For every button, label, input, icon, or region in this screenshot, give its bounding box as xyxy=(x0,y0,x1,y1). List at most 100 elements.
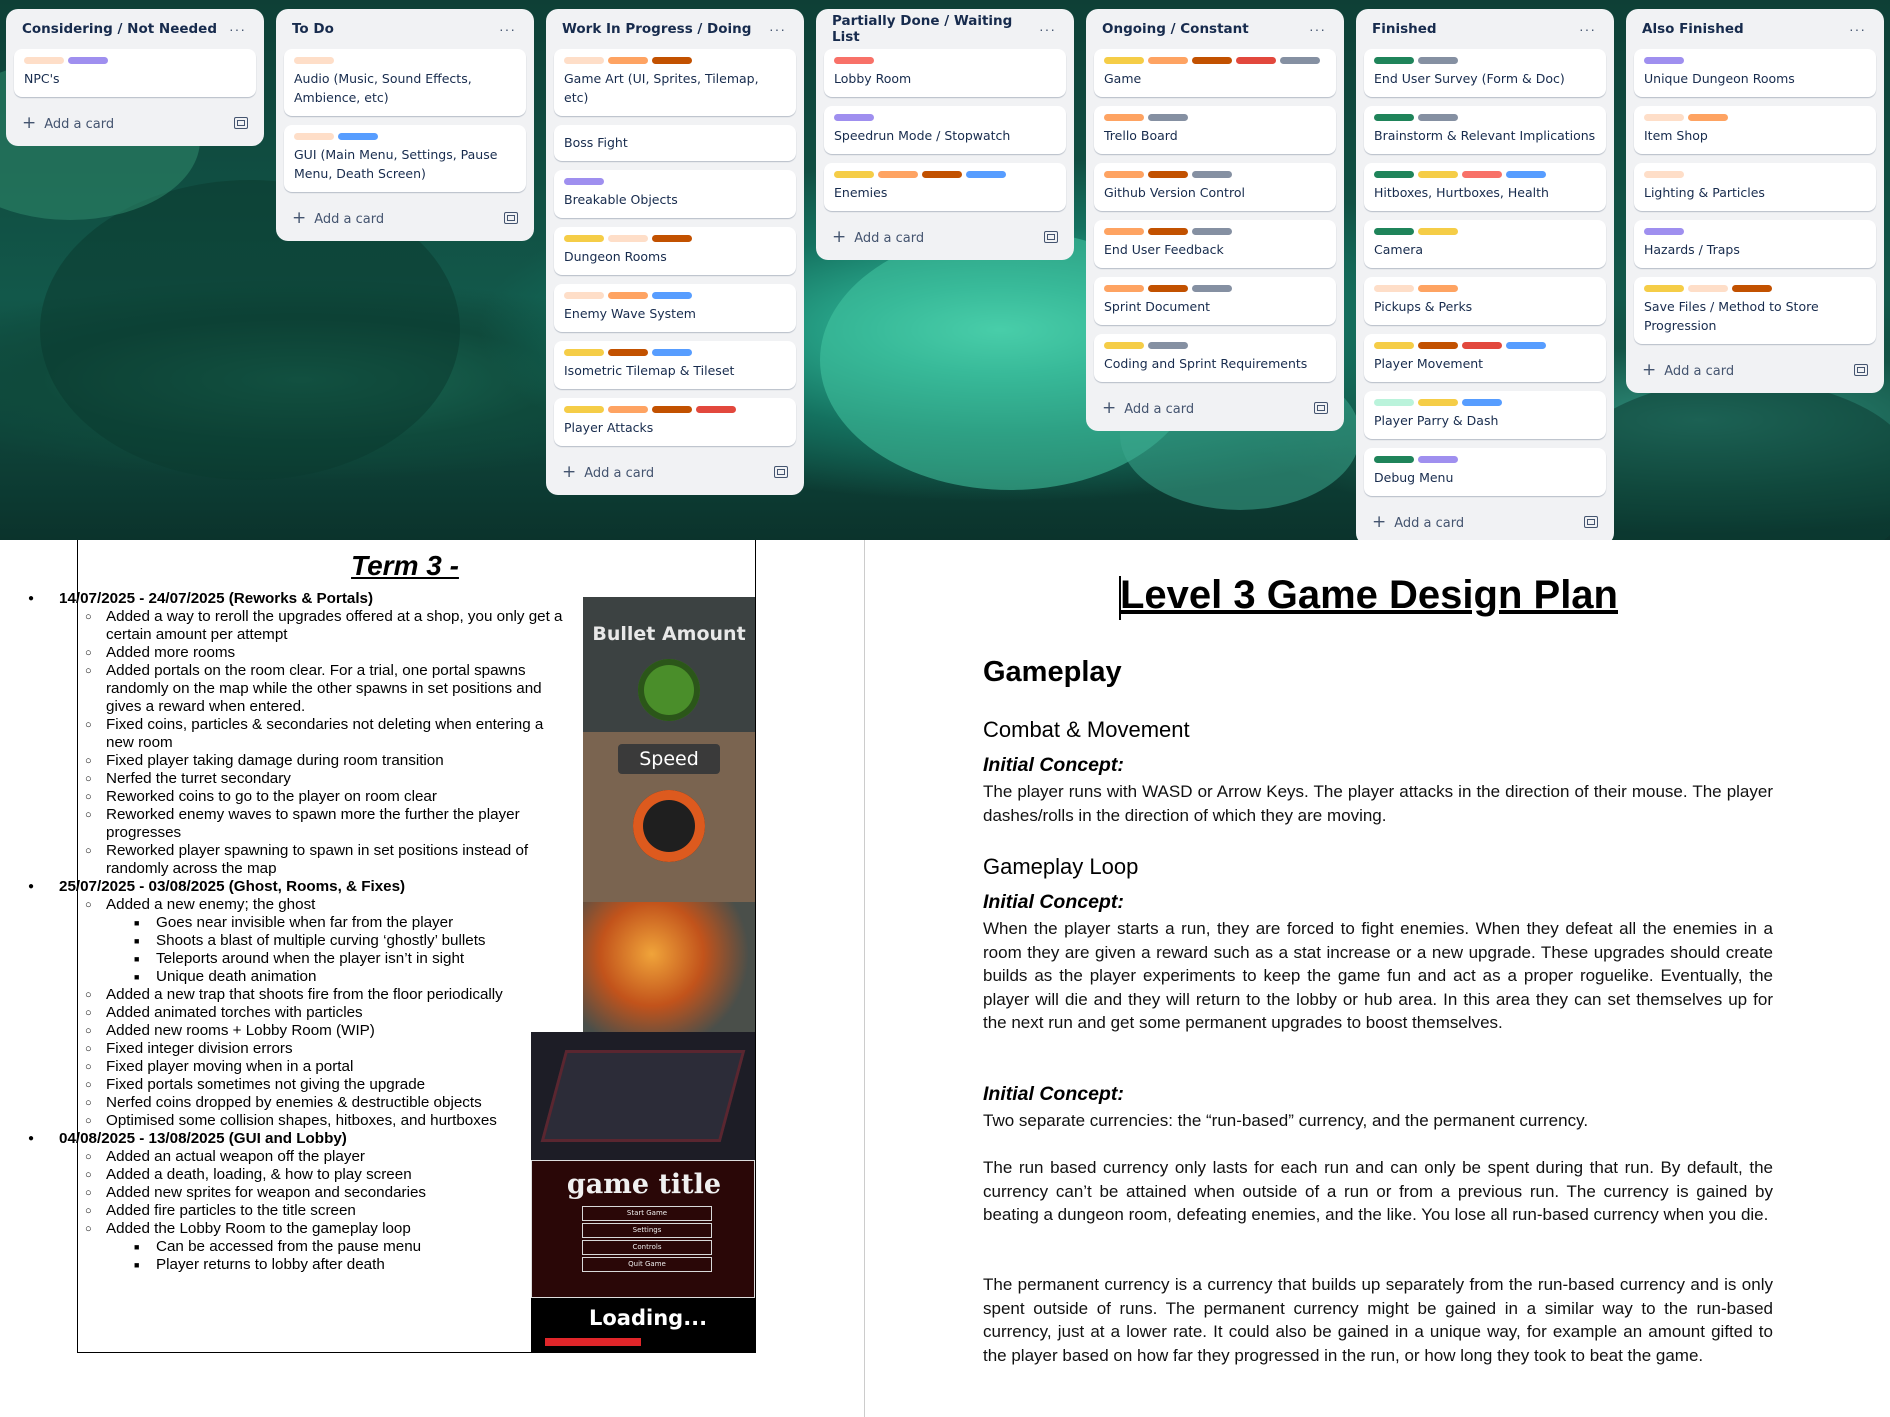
changelog-item: Added a way to reroll the upgrades offer… xyxy=(28,608,568,644)
add-card-button[interactable]: + Add a card xyxy=(14,106,256,140)
list-title[interactable]: Finished xyxy=(1372,21,1437,37)
card-title: Player Movement xyxy=(1374,356,1484,371)
add-card-button[interactable]: + Add a card xyxy=(1094,391,1336,425)
card[interactable]: Enemies xyxy=(824,163,1066,211)
list-1[interactable]: To Do ··· Audio (Music, Sound Effects, Amb… xyxy=(276,9,534,241)
add-card-label: Add a card xyxy=(1394,516,1465,531)
add-card-button[interactable]: + Add a card xyxy=(284,201,526,235)
speed-label: Speed xyxy=(618,744,720,774)
more-icon[interactable]: ··· xyxy=(499,21,516,37)
card[interactable]: Lighting & Particles xyxy=(1634,163,1876,211)
card[interactable]: Player Parry & Dash xyxy=(1364,391,1606,439)
card-labels xyxy=(1644,114,1866,121)
list-2[interactable]: Work In Progress / Doing ··· Game Art (UI,… xyxy=(546,9,804,495)
label-purple xyxy=(1644,228,1684,235)
card[interactable]: GUI (Main Menu, Settings, Pause Menu, De… xyxy=(284,125,526,192)
card-title: Hazards / Traps xyxy=(1644,242,1740,257)
card[interactable]: Pickups & Perks xyxy=(1364,277,1606,325)
label-peach xyxy=(1644,171,1684,178)
card[interactable]: Brainstorm & Relevant Implications xyxy=(1364,106,1606,154)
label-yellow xyxy=(1418,399,1458,406)
card[interactable]: Game xyxy=(1094,49,1336,97)
card[interactable]: Unique Dungeon Rooms xyxy=(1634,49,1876,97)
card-template-icon[interactable] xyxy=(504,212,518,224)
list-0[interactable]: Considering / Not Needed ··· NPC's + Add a c… xyxy=(6,9,264,146)
label-green xyxy=(1374,456,1414,463)
card[interactable]: Player Movement xyxy=(1364,334,1606,382)
card[interactable]: Breakable Objects xyxy=(554,170,796,218)
list-title[interactable]: Considering / Not Needed xyxy=(22,21,217,37)
card[interactable]: Hitboxes, Hurtboxes, Health xyxy=(1364,163,1606,211)
card[interactable]: Hazards / Traps xyxy=(1634,220,1876,268)
list-title[interactable]: Also Finished xyxy=(1642,21,1744,37)
card-labels xyxy=(1644,285,1866,292)
list-title[interactable]: To Do xyxy=(292,21,334,37)
card[interactable]: NPC's xyxy=(14,49,256,97)
label-peach xyxy=(608,235,648,242)
label-mint xyxy=(1374,399,1414,406)
more-icon[interactable]: ··· xyxy=(769,21,786,37)
label-peach xyxy=(294,57,334,64)
title-menu-button: Settings xyxy=(582,1223,712,1238)
card[interactable]: Coding and Sprint Requirements xyxy=(1094,334,1336,382)
card[interactable]: Enemy Wave System xyxy=(554,284,796,332)
card[interactable]: Camera xyxy=(1364,220,1606,268)
list-6[interactable]: Also Finished ··· Unique Dungeon Rooms Item… xyxy=(1626,9,1884,393)
list-title[interactable]: Ongoing / Constant xyxy=(1102,21,1249,37)
add-card-button[interactable]: + Add a card xyxy=(1364,505,1606,539)
label-peach xyxy=(1644,114,1684,121)
label-orange xyxy=(608,292,648,299)
label-dark_orange xyxy=(652,57,692,64)
label-yellow xyxy=(1418,228,1458,235)
card[interactable]: Debug Menu xyxy=(1364,448,1606,496)
card[interactable]: Save Files / Method to Store Progression xyxy=(1634,277,1876,344)
card-template-icon[interactable] xyxy=(234,117,248,129)
gameplay-heading: Gameplay xyxy=(983,656,1122,688)
more-icon[interactable]: ··· xyxy=(1849,21,1866,37)
more-icon[interactable]: ··· xyxy=(1309,21,1326,37)
card[interactable]: End User Survey (Form & Doc) xyxy=(1364,49,1606,97)
list-title[interactable]: Work In Progress / Doing xyxy=(562,21,751,37)
add-card-label: Add a card xyxy=(44,117,115,132)
card-labels xyxy=(1644,171,1866,178)
list-title[interactable]: Partially Done / Waiting List xyxy=(832,13,1039,45)
card[interactable]: Speedrun Mode / Stopwatch xyxy=(824,106,1066,154)
label-peach xyxy=(1688,285,1728,292)
card[interactable]: Github Version Control xyxy=(1094,163,1336,211)
add-card-button[interactable]: + Add a card xyxy=(824,220,1066,254)
card-title: Debug Menu xyxy=(1374,470,1454,485)
more-icon[interactable]: ··· xyxy=(1039,21,1056,37)
list-3[interactable]: Partially Done / Waiting List ··· Lobby Ro… xyxy=(816,9,1074,260)
list-5[interactable]: Finished ··· End User Survey (Form & Doc) B… xyxy=(1356,9,1614,540)
add-card-button[interactable]: + Add a card xyxy=(554,455,796,489)
add-card-button[interactable]: + Add a card xyxy=(1634,353,1876,387)
card-template-icon[interactable] xyxy=(1854,364,1868,376)
changelog-item: Added more rooms xyxy=(28,644,568,662)
card[interactable]: Audio (Music, Sound Effects, Ambience, e… xyxy=(284,49,526,116)
card-template-icon[interactable] xyxy=(774,466,788,478)
card[interactable]: Boss Fight xyxy=(554,125,796,161)
more-icon[interactable]: ··· xyxy=(229,21,246,37)
card[interactable]: End User Feedback xyxy=(1094,220,1336,268)
add-card-label: Add a card xyxy=(584,466,655,481)
card-template-icon[interactable] xyxy=(1314,402,1328,414)
card-labels xyxy=(294,133,516,140)
term-title: Term 3 - xyxy=(351,550,459,581)
card-template-icon[interactable] xyxy=(1044,231,1058,243)
card[interactable]: Dungeon Rooms xyxy=(554,227,796,275)
card[interactable]: Player Attacks xyxy=(554,398,796,446)
changelog-item: Reworked player spawning to spawn in set… xyxy=(28,842,568,878)
card-template-icon[interactable] xyxy=(1584,516,1598,528)
list-4[interactable]: Ongoing / Constant ··· Game Trello Board Git… xyxy=(1086,9,1344,431)
label-peach xyxy=(24,57,64,64)
card[interactable]: Sprint Document xyxy=(1094,277,1336,325)
card[interactable]: Isometric Tilemap & Tileset xyxy=(554,341,796,389)
more-icon[interactable]: ··· xyxy=(1579,21,1596,37)
card-title: Sprint Document xyxy=(1104,299,1211,314)
changelog-item: Added fire particles to the title screen xyxy=(28,1202,523,1220)
card[interactable]: Trello Board xyxy=(1094,106,1336,154)
card[interactable]: Game Art (UI, Sprites, Tilemap, etc) xyxy=(554,49,796,116)
card[interactable]: Lobby Room xyxy=(824,49,1066,97)
card[interactable]: Item Shop xyxy=(1634,106,1876,154)
card-labels xyxy=(564,292,786,299)
